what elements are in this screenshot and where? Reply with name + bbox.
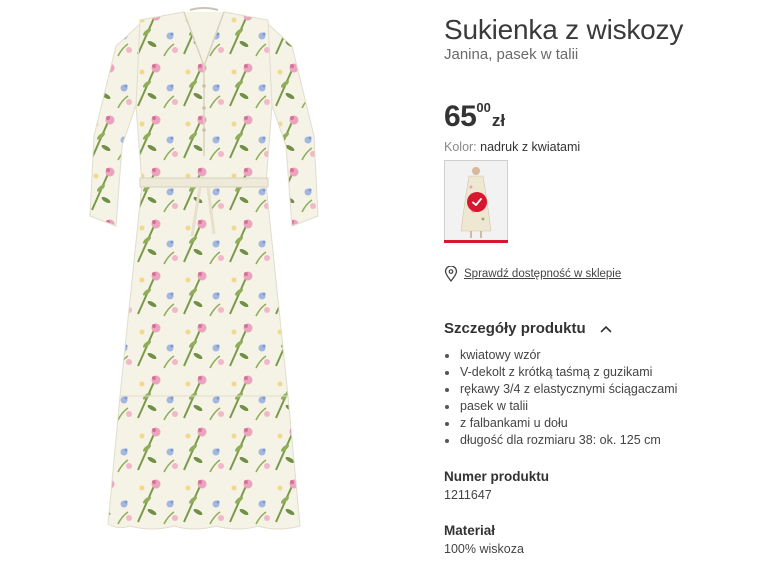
product-price: 6500zł [444,100,505,134]
product-subtitle: Janina, pasek w talii [444,46,579,63]
chevron-up-icon [600,325,611,332]
product-details-list: kwiatowy wzór V-dekolt z krótką taśmą z … [444,347,677,449]
product-number-label: Numer produktu [444,469,550,484]
color-value: nadruk z kwiatami [480,140,581,154]
list-item: kwiatowy wzór [444,347,677,364]
list-item: rękawy 3/4 z elastycznymi ściągaczami [444,381,677,398]
check-icon [472,198,482,206]
product-image-gallery[interactable] [0,0,420,570]
price-integer: 65 [444,100,477,133]
details-heading: Szczegóły produktu [444,320,586,337]
material-value: 100% wiskoza [444,542,524,556]
map-pin-icon [444,266,458,282]
store-availability-text[interactable]: Sprawdź dostępność w sklepie [464,268,621,280]
material-label: Materiał [444,523,496,538]
price-currency: zł [491,111,506,130]
product-number-value: 1211647 [444,488,492,502]
selected-check-badge [467,192,487,212]
color-label: Kolor: [444,140,477,154]
color-swatch-floral[interactable] [444,160,508,242]
list-item: pasek w talii [444,398,677,415]
store-availability-link[interactable]: Sprawdź dostępność w sklepie [444,266,621,282]
price-decimal: 00 [476,100,491,115]
dress-product-image [89,7,319,530]
list-item: V-dekolt z krótką taśmą z guzikami [444,364,677,381]
color-info: Kolor: nadruk z kwiatami [444,140,580,154]
product-details-toggle[interactable]: Szczegóły produktu [444,320,612,337]
product-title: Sukienka z wiskozy [444,14,684,45]
swatch-selected-indicator [444,240,508,243]
list-item: z falbankami u dołu [444,415,677,432]
list-item: długość dla rozmiaru 38: ok. 125 cm [444,432,677,449]
